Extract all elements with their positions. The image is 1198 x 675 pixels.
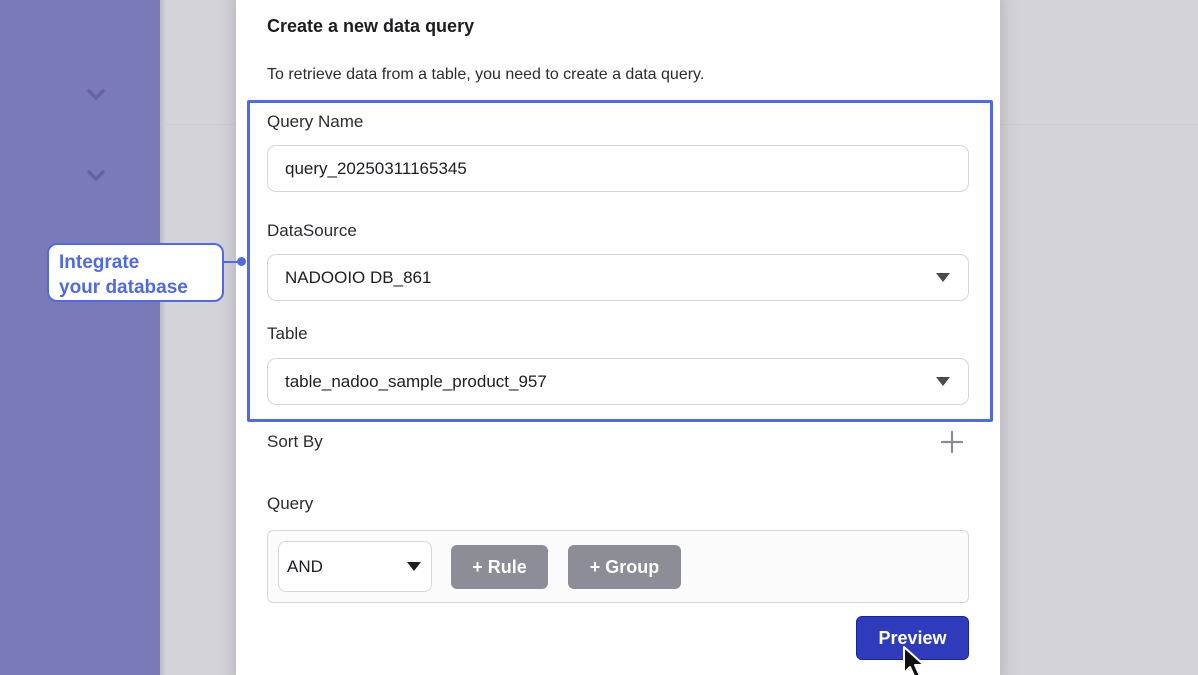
- combinator-value: AND: [287, 556, 323, 576]
- modal-title: Create a new data query: [267, 16, 475, 36]
- highlight-frame: [247, 100, 993, 422]
- plus-icon[interactable]: [941, 431, 963, 453]
- background-sidebar: [0, 0, 160, 675]
- mouse-pointer-icon: [903, 646, 925, 675]
- chevron-down-icon: [87, 89, 105, 101]
- query-label: Query: [267, 494, 314, 513]
- callout-line-1: Integrate: [59, 252, 140, 273]
- callout-line-2: your database: [59, 277, 188, 298]
- add-rule-button[interactable]: + Rule: [451, 545, 548, 589]
- add-group-button[interactable]: + Group: [568, 545, 681, 589]
- query-builder: AND + Rule + Group: [267, 530, 969, 603]
- caret-down-icon: [407, 562, 421, 571]
- callout-dot: [237, 257, 246, 266]
- sort-by-label: Sort By: [267, 432, 323, 451]
- callout-label: Integrate your database: [47, 243, 224, 302]
- combinator-select[interactable]: AND: [278, 541, 432, 592]
- chevron-down-icon: [87, 170, 105, 182]
- modal-description: To retrieve data from a table, you need …: [267, 66, 705, 83]
